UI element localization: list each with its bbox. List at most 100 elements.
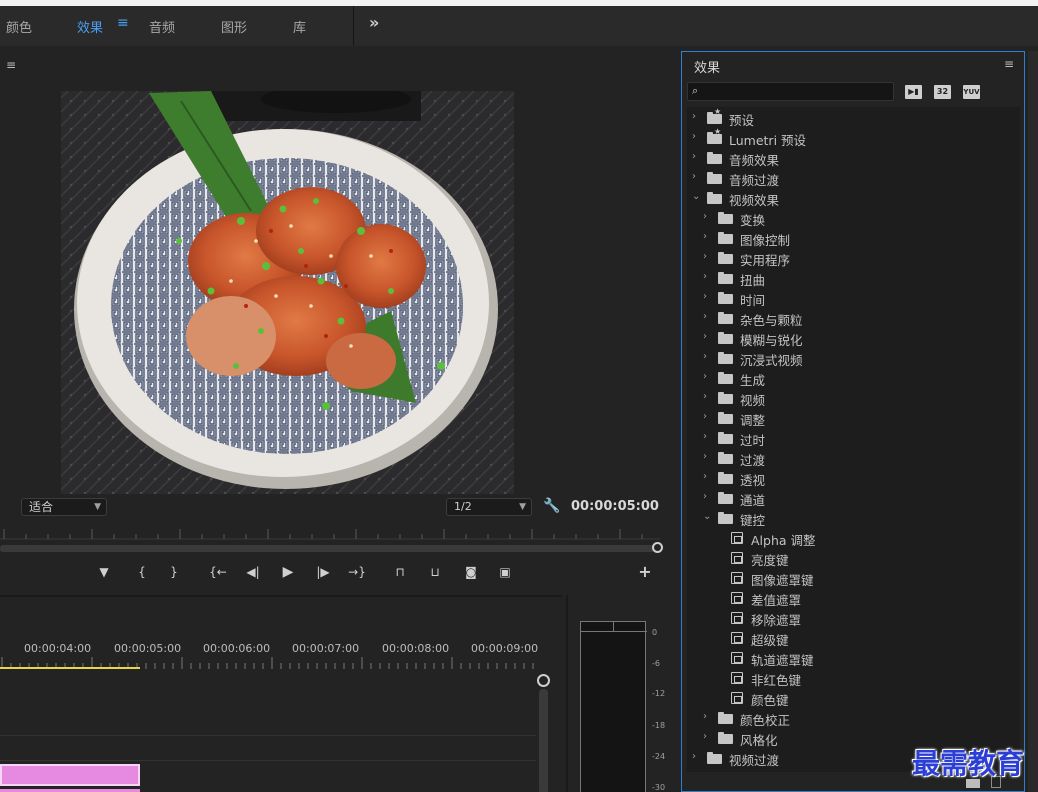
video-clip[interactable] [0,764,140,786]
chevron-right-icon[interactable]: › [703,471,707,482]
panel-menu-icon[interactable]: ≡ [1004,57,1014,71]
export-frame-icon[interactable]: ◙ [460,563,482,581]
workspace-menu-icon[interactable]: ≡ [117,15,129,31]
effect-item[interactable]: 颜色键 [687,688,1020,708]
effect-folder[interactable]: › 视频 [687,388,1020,408]
effect-folder[interactable]: › 过渡 [687,448,1020,468]
duration-timecode[interactable]: 00:00:05:00 [571,499,659,514]
tree-item-label: 过渡 [740,453,766,468]
button-editor-icon[interactable]: + [634,563,656,581]
effect-folder[interactable]: › 过时 [687,428,1020,448]
effect-folder[interactable]: › 杂色与颗粒 [687,308,1020,328]
effects-search-input[interactable]: ⌕ [687,82,894,101]
workspace-tab-color[interactable]: 颜色 [6,17,32,36]
effect-folder[interactable]: › 通道 [687,488,1020,508]
effect-folder[interactable]: › 调整 [687,408,1020,428]
workspace-tab-audio[interactable]: 音频 [149,17,175,36]
chevron-right-icon[interactable]: › [703,311,707,322]
step-forward-icon[interactable]: |▶ [312,563,334,581]
effect-folder[interactable]: › 音频过渡 [687,168,1020,188]
chevron-right-icon[interactable]: › [703,211,707,222]
effect-item[interactable]: 亮度键 [687,548,1020,568]
chevron-right-icon[interactable]: › [703,411,707,422]
workspace-tab-effects[interactable]: 效果 [77,17,103,36]
scrollbar-handle[interactable] [537,674,550,687]
folder-icon [718,352,733,364]
effect-item[interactable]: 轨道遮罩键 [687,648,1020,668]
mark-out-icon[interactable]: } [163,563,185,581]
monitor-menu-icon[interactable]: ≡ [6,58,16,72]
effect-item[interactable]: Alpha 调整 [687,528,1020,548]
effect-folder[interactable]: ⌄ 视频效果 [687,188,1020,208]
chevron-right-icon[interactable]: › [703,371,707,382]
yuv-effects-icon[interactable]: YUV [963,85,980,99]
effect-folder[interactable]: › 沉浸式视频 [687,348,1020,368]
chevron-right-icon[interactable]: › [692,151,696,162]
chevron-right-icon[interactable]: › [703,731,707,742]
scrub-handle[interactable] [652,542,663,553]
effect-folder[interactable]: › Lumetri 预设 [687,127,1020,148]
chevron-right-icon[interactable]: › [703,231,707,242]
tree-item-label: 实用程序 [740,253,791,268]
chevron-down-icon[interactable]: ⌄ [703,511,711,522]
chevron-right-icon[interactable]: › [703,711,707,722]
effect-item[interactable]: 移除遮罩 [687,608,1020,628]
more-workspaces-icon[interactable]: » [369,13,379,32]
effect-folder[interactable]: › 模糊与锐化 [687,328,1020,348]
effect-folder[interactable]: › 时间 [687,288,1020,308]
effect-folder[interactable]: › 图像控制 [687,228,1020,248]
chevron-right-icon[interactable]: › [703,331,707,342]
workspace-tab-graphics[interactable]: 图形 [221,17,247,36]
zoom-fit-dropdown[interactable]: 适合 ▼ [21,498,107,516]
chevron-right-icon[interactable]: › [703,391,707,402]
chevron-right-icon[interactable]: › [703,251,707,262]
chevron-right-icon[interactable]: › [703,291,707,302]
32bit-effects-icon[interactable]: 32 [934,85,951,99]
accelerated-effects-icon[interactable]: ▶▮ [905,85,922,99]
effect-folder[interactable]: › 生成 [687,368,1020,388]
chevron-down-icon[interactable]: ⌄ [692,191,700,202]
effect-item[interactable]: 超级键 [687,628,1020,648]
chevron-right-icon[interactable]: › [692,171,696,182]
effect-folder[interactable]: › 预设 [687,107,1020,128]
effect-folder[interactable]: › 实用程序 [687,248,1020,268]
effect-folder[interactable]: › 变换 [687,208,1020,228]
chevron-right-icon[interactable]: › [692,111,696,122]
mark-in-icon[interactable]: { [131,563,153,581]
effect-icon [731,692,743,704]
chevron-right-icon[interactable]: › [692,131,696,142]
effect-folder[interactable]: › 颜色校正 [687,708,1020,728]
effect-folder[interactable]: ⌄ 键控 [687,508,1020,528]
effect-folder[interactable]: › 音频效果 [687,148,1020,168]
chevron-right-icon[interactable]: › [692,751,696,762]
chevron-right-icon[interactable]: › [703,431,707,442]
extract-icon[interactable]: ⊔ [424,563,446,581]
workspace-tab-libraries[interactable]: 库 [293,17,306,36]
chevron-right-icon[interactable]: › [703,451,707,462]
monitor-scrub-bar[interactable] [0,545,656,552]
add-marker-icon[interactable]: ▼ [93,563,115,581]
chevron-right-icon[interactable]: › [703,271,707,282]
effect-item[interactable]: 图像遮罩键 [687,568,1020,588]
effect-item[interactable]: 非红色键 [687,668,1020,688]
meter-divider [581,631,647,632]
effect-folder[interactable]: › 扭曲 [687,268,1020,288]
comparison-view-icon[interactable]: ▣ [494,563,516,581]
step-back-icon[interactable]: ◀| [242,563,264,581]
wrench-icon[interactable]: 🔧 [543,498,560,514]
effect-item[interactable]: 差值遮罩 [687,588,1020,608]
go-to-out-icon[interactable]: →} [346,563,368,581]
timeline-timecode: 00:00:06:00 [203,642,271,655]
lift-icon[interactable]: ⊓ [389,563,411,581]
work-area-bar[interactable] [0,667,140,669]
effects-panel-title[interactable]: 效果 [694,57,720,76]
timeline-vertical-scrollbar[interactable] [539,689,548,792]
playback-resolution-dropdown[interactable]: 1/2 ▼ [446,498,532,516]
play-icon[interactable]: ▶ [277,563,299,581]
chevron-right-icon[interactable]: › [703,351,707,362]
effect-folder[interactable]: › 透视 [687,468,1020,488]
folder-icon [718,212,733,224]
chevron-right-icon[interactable]: › [703,491,707,502]
monitor-time-ruler[interactable] [0,525,660,545]
go-to-in-icon[interactable]: {← [207,563,229,581]
